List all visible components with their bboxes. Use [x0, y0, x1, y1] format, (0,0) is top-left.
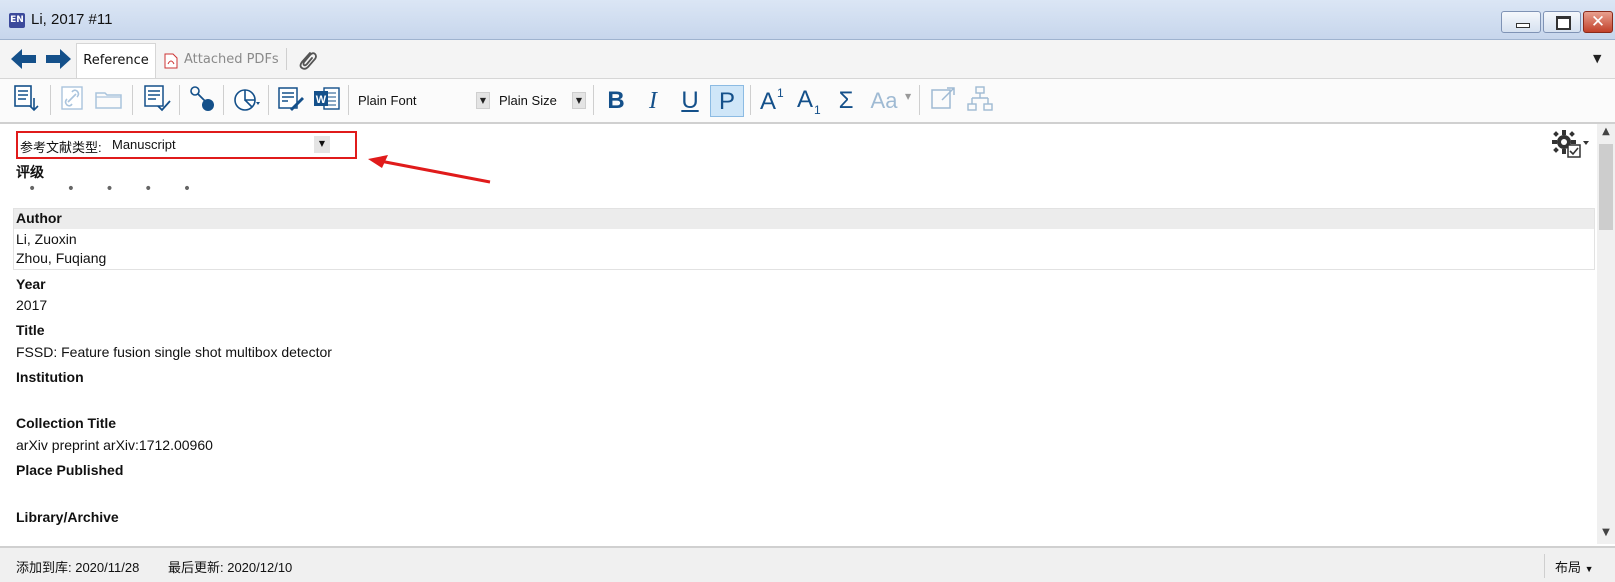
- toolbar-divider: [919, 85, 920, 115]
- tab-menu-dropdown-icon[interactable]: ▼: [1593, 52, 1601, 65]
- toolbar-divider: [223, 85, 224, 115]
- close-icon: ✕: [1590, 12, 1606, 32]
- toolbar-divider: [750, 85, 751, 115]
- find-related-icon[interactable]: [187, 84, 217, 114]
- author-label: Author: [16, 210, 62, 226]
- place-published-label: Place Published: [16, 462, 124, 478]
- paperclip-icon[interactable]: [296, 48, 318, 72]
- minimize-button[interactable]: [1501, 11, 1541, 33]
- toolbar-divider: [348, 85, 349, 115]
- toolbar-divider: [268, 85, 269, 115]
- minimize-icon: [1516, 23, 1530, 28]
- symbol-sigma-button[interactable]: Σ: [829, 85, 863, 117]
- svg-text:1: 1: [814, 103, 821, 116]
- reference-type-label: 参考文献类型:: [20, 140, 102, 155]
- scrollbar-thumb[interactable]: [1599, 144, 1613, 230]
- plain-button[interactable]: P: [710, 85, 744, 117]
- library-archive-label: Library/Archive: [16, 509, 119, 525]
- reference-type-selector[interactable]: 参考文献类型: Manuscript ▼: [16, 131, 357, 159]
- author-field[interactable]: [13, 208, 1595, 270]
- endnote-app-icon: EN: [9, 13, 25, 28]
- year-label: Year: [16, 276, 46, 292]
- pie-chart-icon[interactable]: [232, 84, 262, 114]
- title-label: Title: [16, 322, 45, 338]
- font-dropdown-arrow-icon[interactable]: ▼: [476, 92, 490, 109]
- year-value[interactable]: 2017: [16, 297, 47, 313]
- scroll-down-arrow-icon[interactable]: ▼: [1597, 527, 1615, 541]
- toolbar-divider: [132, 85, 133, 115]
- tab-divider: [286, 48, 287, 70]
- bold-button[interactable]: B: [599, 85, 633, 117]
- gear-icon[interactable]: [1551, 129, 1591, 163]
- close-button[interactable]: ✕: [1583, 11, 1613, 33]
- rating-label: 评级: [16, 164, 44, 180]
- rating-stars[interactable]: • • • • •: [28, 181, 204, 197]
- collection-title-label: Collection Title: [16, 415, 117, 431]
- insert-citation-icon[interactable]: [12, 84, 42, 114]
- title-bar: EN Li, 2017 #11 ✕: [0, 0, 1615, 40]
- size-select[interactable]: Plain Size: [499, 90, 569, 112]
- status-divider: [1544, 554, 1545, 578]
- change-case-button[interactable]: Aa: [867, 85, 901, 117]
- italic-button[interactable]: I: [636, 85, 670, 117]
- toolbar-divider: [179, 85, 180, 115]
- pdf-icon: [164, 53, 178, 69]
- red-annotation-arrow: [368, 155, 491, 184]
- svg-text:W: W: [316, 94, 327, 106]
- updated-date: 最后更新: 2020/12/10: [168, 560, 293, 575]
- layout-dropdown-icon: ▼: [1584, 564, 1594, 574]
- collection-title-value[interactable]: arXiv preprint arXiv:1712.00960: [16, 437, 213, 453]
- tab-reference[interactable]: Reference: [76, 43, 156, 78]
- toolbar-divider: [50, 85, 51, 115]
- maximize-icon: [1556, 16, 1571, 30]
- maximize-button[interactable]: [1543, 11, 1581, 33]
- tab-attached-pdfs-label: Attached PDFs: [184, 52, 279, 67]
- reference-tab-bar: Reference Attached PDFs ▼: [0, 40, 1615, 79]
- superscript-icon[interactable]: A1: [757, 84, 791, 115]
- size-dropdown-arrow-icon[interactable]: ▼: [572, 92, 586, 109]
- layout-label: 布局: [1555, 560, 1582, 575]
- window-title: Li, 2017 #11: [31, 11, 113, 28]
- link-icon[interactable]: [58, 84, 88, 114]
- open-folder-icon[interactable]: [94, 84, 124, 114]
- reference-panel: 参考文献类型: Manuscript ▼ 评级 • • • • • Author…: [0, 124, 1596, 544]
- subscript-icon[interactable]: A1: [794, 84, 828, 116]
- svg-text:1: 1: [777, 86, 784, 100]
- underline-button[interactable]: U: [673, 85, 707, 117]
- structure-tree-icon[interactable]: [965, 84, 995, 114]
- open-in-window-icon[interactable]: [928, 84, 958, 114]
- reference-type-dropdown-icon[interactable]: ▼: [314, 136, 330, 153]
- reference-type-value[interactable]: Manuscript: [112, 137, 176, 152]
- edit-note-icon[interactable]: [276, 84, 306, 114]
- formatting-toolbar: W Plain Font ▼ Plain Size ▼ B I U P A1 A…: [0, 79, 1615, 124]
- title-value[interactable]: FSSD: Feature fusion single shot multibo…: [16, 344, 332, 360]
- institution-label: Institution: [16, 369, 84, 385]
- author-value[interactable]: Zhou, Fuqiang: [16, 250, 106, 266]
- word-icon[interactable]: W: [312, 84, 342, 114]
- vertical-scrollbar[interactable]: ▲ ▼: [1597, 124, 1615, 544]
- back-arrow-icon[interactable]: [10, 48, 38, 70]
- tab-attached-pdfs[interactable]: Attached PDFs: [160, 43, 282, 77]
- case-dropdown-arrow-icon[interactable]: ▼: [905, 92, 911, 101]
- font-select[interactable]: Plain Font: [358, 90, 468, 112]
- status-bar: 添加到库: 2020/11/28 最后更新: 2020/12/10 布局 ▼: [0, 546, 1615, 582]
- svg-text:A: A: [797, 86, 813, 113]
- added-date: 添加到库: 2020/11/28: [16, 560, 140, 575]
- author-value[interactable]: Li, Zuoxin: [16, 231, 77, 247]
- layout-button[interactable]: 布局 ▼: [1555, 557, 1594, 576]
- reference-check-icon[interactable]: [142, 84, 172, 114]
- scroll-up-arrow-icon[interactable]: ▲: [1597, 126, 1615, 140]
- forward-arrow-icon[interactable]: [44, 48, 72, 70]
- svg-text:A: A: [760, 88, 776, 115]
- toolbar-divider: [593, 85, 594, 115]
